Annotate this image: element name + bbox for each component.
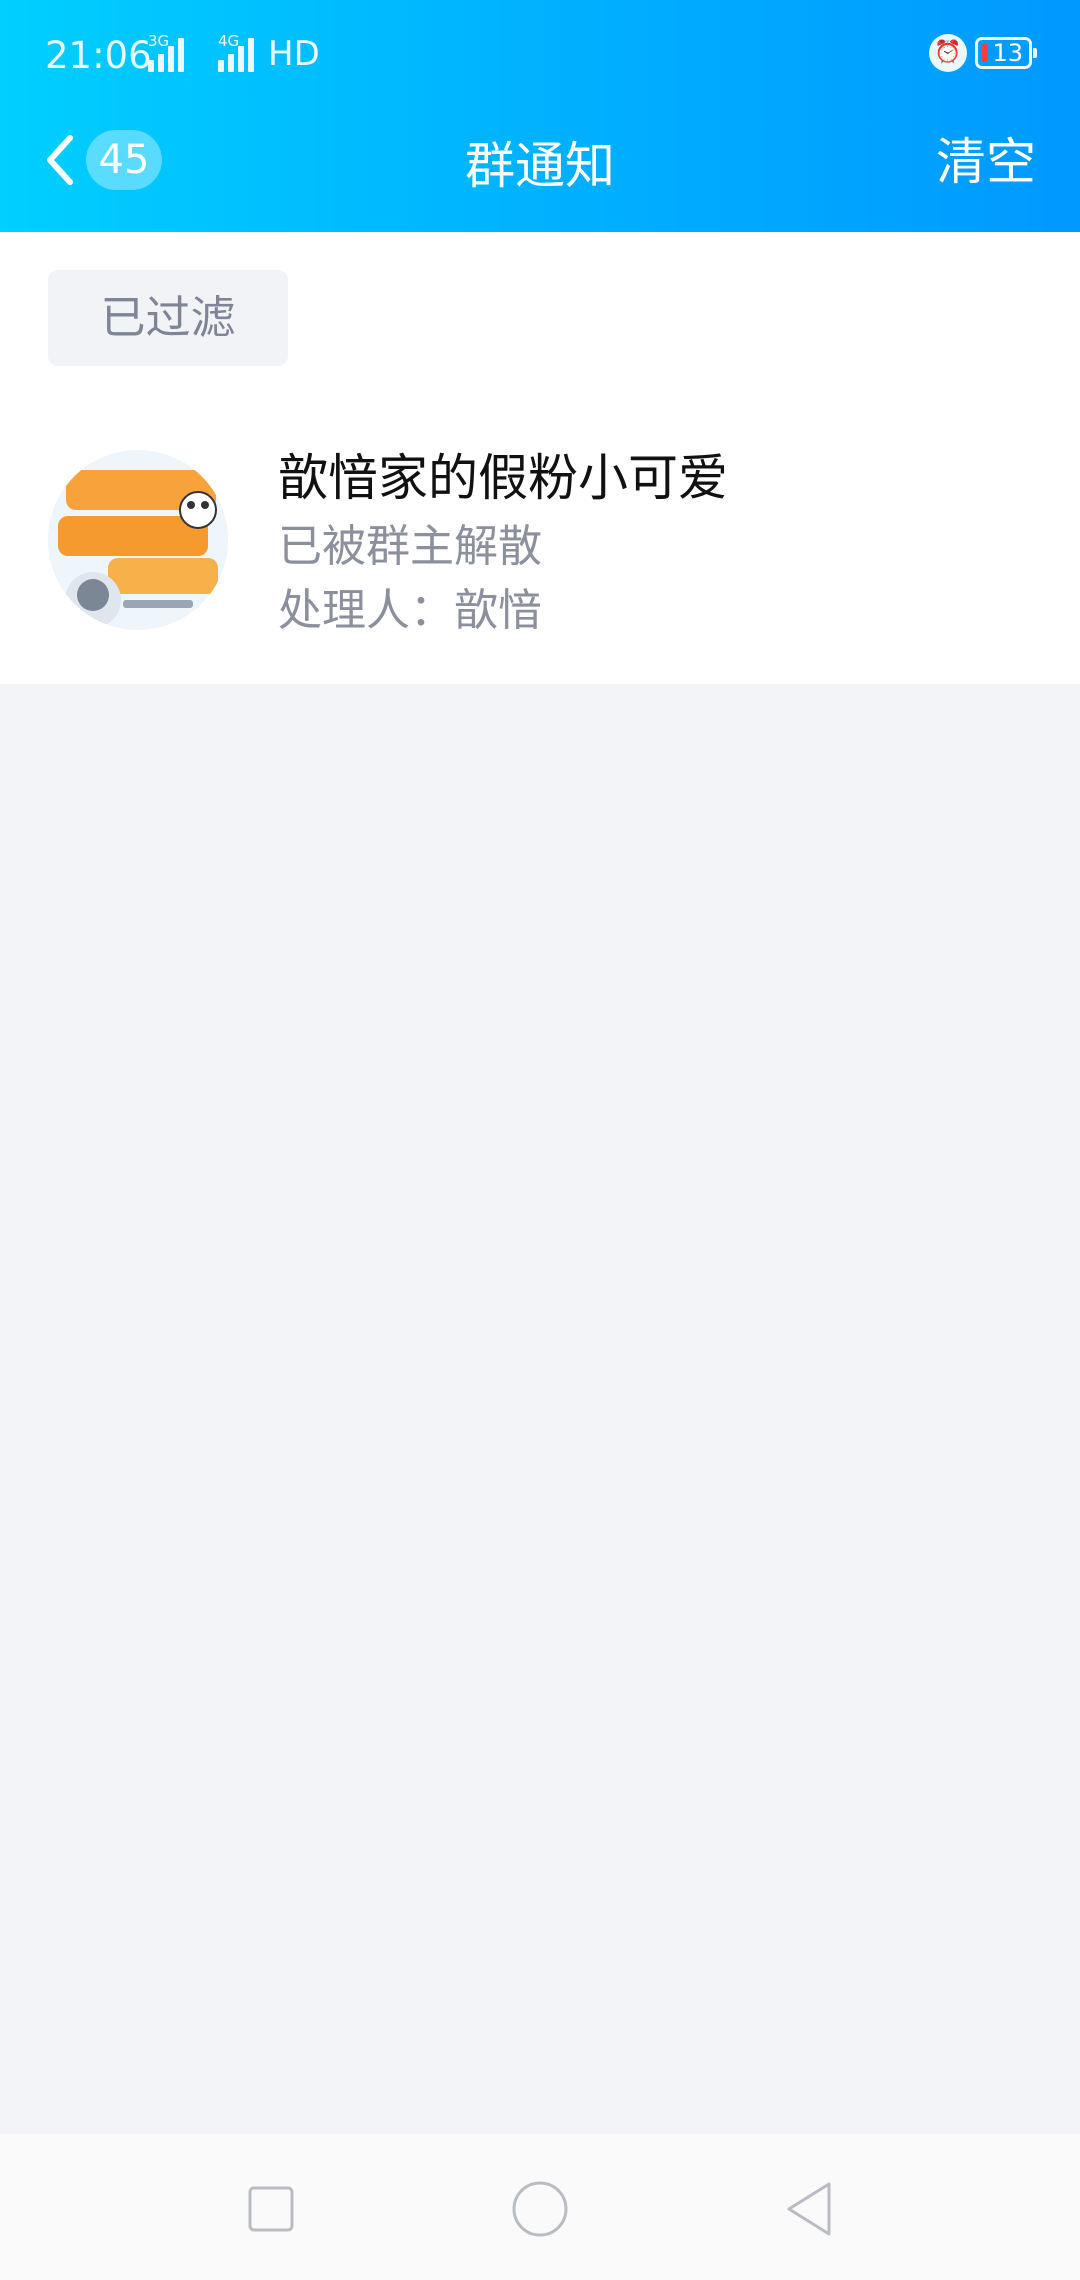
page-title: 群通知 xyxy=(465,137,615,195)
triangle-back-icon[interactable] xyxy=(775,2174,845,2244)
battery-icon: 13 xyxy=(975,37,1037,69)
status-time: 21:06 xyxy=(45,34,152,77)
signal-4g-icon: 4G xyxy=(218,32,258,72)
notice-status: 已被群主解散 xyxy=(278,521,542,572)
circle-icon[interactable] xyxy=(505,2174,575,2244)
square-icon[interactable] xyxy=(236,2174,306,2244)
group-name: 歆愔家的假粉小可爱 xyxy=(278,449,728,507)
filtered-button[interactable]: 已过滤 xyxy=(48,270,288,366)
system-nav-bar xyxy=(0,2134,1080,2280)
notice-list: 已过滤 歆愔家的假粉小可爱 已被群主解散 处理人：歆愔 xyxy=(0,232,1080,684)
list-item[interactable]: 歆愔家的假粉小可爱 已被群主解散 处理人：歆愔 xyxy=(0,418,1080,648)
status-bar: 21:06 3G 4G HD ⏰ 13 xyxy=(0,0,1080,108)
signal-3g-icon: 3G xyxy=(148,32,188,72)
hd-indicator: HD xyxy=(268,34,320,74)
notice-handler: 处理人：歆愔 xyxy=(278,585,542,636)
clear-button[interactable]: 清空 xyxy=(936,122,1036,194)
alarm-icon: ⏰ xyxy=(929,34,967,72)
group-avatar xyxy=(48,450,228,630)
app-header: 21:06 3G 4G HD ⏰ 13 45 群通知 清空 xyxy=(0,0,1080,232)
